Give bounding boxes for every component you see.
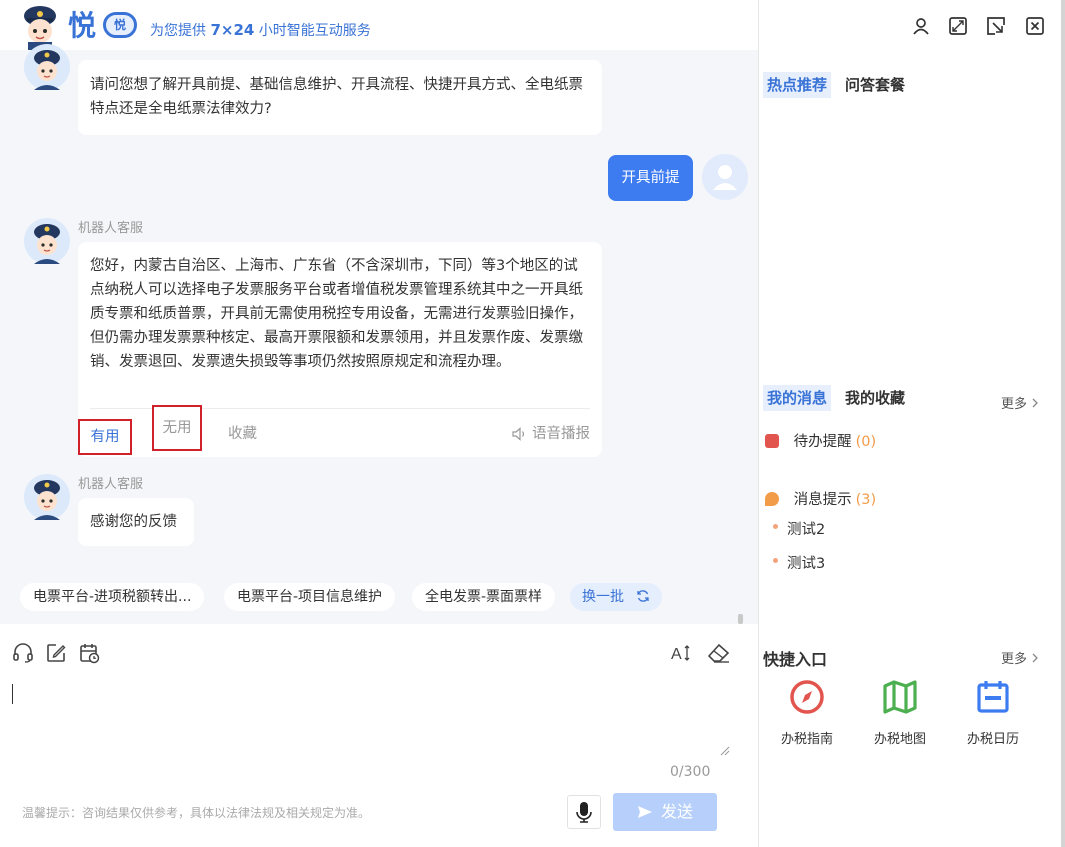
shortcuts-more-link[interactable]: 更多 xyxy=(1001,648,1039,667)
todo-reminder[interactable]: 待办提醒 (0) xyxy=(765,430,876,451)
bullet-dot xyxy=(773,558,778,563)
suggestion-chip[interactable]: 电票平台-项目信息维护 xyxy=(224,583,396,611)
user-profile-icon[interactable] xyxy=(911,16,931,36)
more-label: 更多 xyxy=(1001,652,1028,667)
suggested-questions: 电票平台-进项税额转出... 电票平台-项目信息维护 全电发票-票面票样 换一批 xyxy=(0,580,758,614)
suggestion-chip[interactable]: 电票平台-进项税额转出... xyxy=(20,583,205,611)
message-list: 请问您想了解开具前提、基础信息维护、开具流程、快捷开具方式、全电纸票特点还是全电… xyxy=(0,44,758,580)
quick-entry-title: 快捷入口 xyxy=(763,650,828,669)
calendar-icon xyxy=(977,681,1009,713)
bot-avatar xyxy=(24,218,70,264)
notice-count: (3) xyxy=(855,492,877,508)
chevron-right-icon xyxy=(1032,653,1039,663)
maximize-icon[interactable] xyxy=(948,16,968,36)
slogan-prefix: 为您提供 xyxy=(150,23,206,39)
sender-name: 机器人客服 xyxy=(78,221,144,236)
message-input[interactable] xyxy=(12,684,13,704)
useful-button[interactable]: 有用 xyxy=(78,419,132,455)
voice-input-button[interactable] xyxy=(567,795,601,829)
tab-my-favorites[interactable]: 我的收藏 xyxy=(841,385,909,411)
favorite-button[interactable]: 收藏 xyxy=(228,422,257,446)
send-label: 发送 xyxy=(660,802,693,821)
tab-my-messages[interactable]: 我的消息 xyxy=(763,385,832,411)
hot-tabs: 热点推荐 问答套餐 xyxy=(759,72,1059,100)
font-size-icon[interactable]: A xyxy=(670,642,692,664)
message-notice[interactable]: 消息提示 (3) xyxy=(765,488,876,509)
tab-hot-recommend[interactable]: 热点推荐 xyxy=(763,72,832,98)
shortcut-label: 办税指南 xyxy=(780,732,833,747)
bullet-dot xyxy=(773,524,778,529)
refresh-icon xyxy=(637,590,650,602)
calendar-clock-icon[interactable] xyxy=(78,642,100,664)
brand-badge: 悦 xyxy=(103,12,137,38)
message-tabs: 我的消息 我的收藏 更多 xyxy=(759,385,1059,413)
shortcut-tax-guide[interactable]: 办税指南 xyxy=(767,678,847,747)
suggestion-chip[interactable]: 全电发票-票面票样 xyxy=(412,583,556,611)
todo-count: (0) xyxy=(855,434,877,450)
voice-label: 语音播报 xyxy=(532,426,590,442)
messages-more-link[interactable]: 更多 xyxy=(1001,393,1039,412)
bot-message: 请问您想了解开具前提、基础信息维护、开具流程、快捷开具方式、全电纸票特点还是全电… xyxy=(78,60,602,135)
resize-handle-icon[interactable] xyxy=(720,746,730,756)
send-button[interactable]: 发送 xyxy=(613,793,717,831)
bot-message: 您好，内蒙古自治区、上海市、广东省（不含深圳市，下同）等3个地区的试点纳税人可以… xyxy=(78,242,602,457)
scrollbar-thumb[interactable] xyxy=(738,614,743,624)
useless-button[interactable]: 无用 xyxy=(152,405,202,451)
speaker-icon xyxy=(512,427,525,441)
slogan-suffix: 小时智能互动服务 xyxy=(258,23,371,39)
user-avatar xyxy=(702,154,748,200)
more-label: 更多 xyxy=(1001,397,1028,412)
input-area: A 0/300 温馨提示：咨询结果仅供参考，具体以法律法规及相关规定为准。 发送 xyxy=(0,624,758,847)
bot-avatar xyxy=(24,474,70,520)
notice-item-label: 测试3 xyxy=(787,556,826,572)
user-icon xyxy=(713,165,737,190)
compass-icon xyxy=(790,680,824,714)
todo-label: 待办提醒 xyxy=(793,434,852,450)
map-icon xyxy=(883,680,917,714)
send-icon xyxy=(637,806,652,818)
disclaimer-tip: 温馨提示：咨询结果仅供参考，具体以法律法规及相关规定为准。 xyxy=(22,806,371,820)
bot-avatar xyxy=(24,44,70,90)
chat-panel: 悦 悦 为您提供 7×24 小时智能互动服务 请问您想了解开具前提、基础信息维护… xyxy=(0,0,758,847)
bot-message-text: 您好，内蒙古自治区、上海市、广东省（不含深圳市，下同）等3个地区的试点纳税人可以… xyxy=(90,258,583,370)
char-counter: 0/300 xyxy=(670,764,711,780)
shortcut-label: 办税地图 xyxy=(873,732,926,747)
voice-broadcast-button[interactable]: 语音播报 xyxy=(512,422,590,446)
brand-logo-text: 悦 xyxy=(68,9,97,42)
sender-name: 机器人客服 xyxy=(78,477,144,492)
header-slogan: 为您提供 7×24 小时智能互动服务 xyxy=(150,20,371,40)
window-edge xyxy=(1061,0,1065,847)
notice-item[interactable]: 测试3 xyxy=(773,552,825,573)
edit-icon[interactable] xyxy=(45,642,67,664)
notice-item[interactable]: 测试2 xyxy=(773,518,825,539)
user-message: 开具前提 xyxy=(608,155,693,201)
shortcut-tax-map[interactable]: 办税地图 xyxy=(860,678,940,747)
headset-icon[interactable] xyxy=(12,642,34,664)
microphone-icon xyxy=(576,802,592,823)
close-icon[interactable] xyxy=(1025,16,1045,36)
alarm-icon xyxy=(765,434,779,448)
shortcut-label: 办税日历 xyxy=(966,732,1019,747)
eraser-icon[interactable] xyxy=(705,642,731,664)
minimize-to-corner-icon[interactable] xyxy=(986,16,1006,36)
chevron-right-icon xyxy=(1032,398,1039,408)
slogan-highlight: 7×24 xyxy=(210,21,255,39)
bulb-icon xyxy=(765,492,779,506)
tab-qa-package[interactable]: 问答套餐 xyxy=(841,72,909,98)
refresh-label: 换一批 xyxy=(582,589,624,605)
font-size-icon-letter: A xyxy=(671,646,682,663)
bot-message: 感谢您的反馈 xyxy=(78,498,194,546)
notice-item-label: 测试2 xyxy=(787,522,826,538)
right-sidebar: 热点推荐 问答套餐 我的消息 我的收藏 更多 待办提醒 (0) 消息提示 (3) 测… xyxy=(758,0,1065,847)
shortcut-tax-calendar[interactable]: 办税日历 xyxy=(953,678,1033,747)
chat-header: 悦 悦 为您提供 7×24 小时智能互动服务 xyxy=(0,0,758,50)
refresh-suggestions-button[interactable]: 换一批 xyxy=(570,583,663,611)
notice-label: 消息提示 xyxy=(793,492,852,508)
